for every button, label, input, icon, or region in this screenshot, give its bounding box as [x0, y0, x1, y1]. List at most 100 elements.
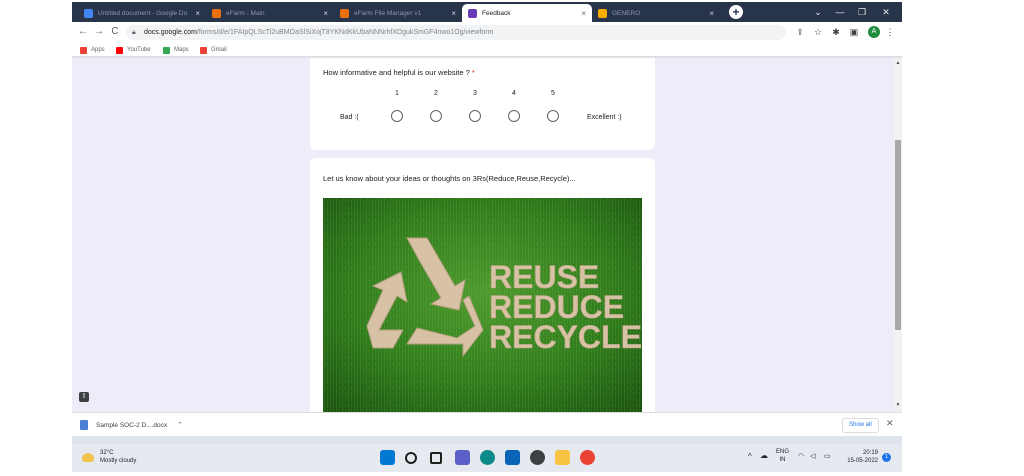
- close-icon[interactable]: ×: [581, 9, 586, 18]
- profile-avatar[interactable]: A: [868, 26, 880, 38]
- efarm-icon: [212, 8, 221, 18]
- taskbar-chrome-icon[interactable]: [580, 450, 595, 465]
- taskbar-media-icon[interactable]: [530, 450, 545, 465]
- reload-button[interactable]: C: [108, 25, 122, 39]
- google-docs-icon: [84, 8, 93, 18]
- address-bar[interactable]: 🔒︎ docs.google.com/forms/d/e/1FAIpQLScTi…: [126, 25, 786, 40]
- show-all-button[interactable]: Show all: [842, 418, 879, 433]
- bookmark-gmail[interactable]: Gmail: [200, 45, 227, 55]
- taskbar-mail-icon[interactable]: [505, 450, 520, 465]
- question-text: How informative and helpful is our websi…: [323, 68, 470, 77]
- google-forms-icon: [468, 8, 477, 18]
- weather-icon: [82, 452, 94, 462]
- scroll-up-icon[interactable]: ▲: [894, 60, 902, 66]
- rating-radio-1[interactable]: [391, 110, 403, 122]
- taskbar-file-explorer-icon[interactable]: [555, 450, 570, 465]
- question-title: How informative and helpful is our websi…: [323, 68, 475, 77]
- rating-radio-2[interactable]: [430, 110, 442, 122]
- efarm-icon: [340, 8, 349, 18]
- taskbar-start-icon[interactable]: [380, 450, 395, 465]
- tab-efarm-file-manager[interactable]: eFarm File Manager v1 ×: [334, 4, 462, 22]
- rating-radio-4[interactable]: [508, 110, 520, 122]
- volume-icon[interactable]: ◁: [810, 452, 815, 460]
- bookmark-maps[interactable]: Maps: [163, 45, 189, 55]
- scale-high-label: Excellent :): [587, 114, 622, 121]
- cloud-icon[interactable]: ☁: [760, 451, 768, 460]
- close-downloads-icon[interactable]: ✕: [886, 418, 894, 429]
- download-filename: Sample SOC-2 D....docx: [96, 421, 168, 429]
- tab-feedback[interactable]: Feedback ×: [462, 4, 592, 22]
- scale-number: 1: [395, 90, 399, 97]
- form-page: How informative and helpful is our websi…: [72, 58, 894, 412]
- rating-radio-3[interactable]: [469, 110, 481, 122]
- youtube-icon: [116, 46, 123, 54]
- gmail-icon: [200, 46, 207, 54]
- share-icon[interactable]: ⇪: [794, 26, 806, 38]
- word-doc-icon: [80, 420, 88, 430]
- tray-overflow-icon[interactable]: ^: [748, 452, 752, 461]
- chevron-up-icon[interactable]: ⌃: [177, 421, 183, 429]
- recycle-image: REUSE REDUCE RECYCLE: [323, 198, 642, 412]
- date: 15-05-2022: [847, 458, 878, 464]
- close-icon[interactable]: ×: [451, 9, 456, 18]
- weather-text: 32°C Mostly cloudy: [100, 449, 136, 465]
- minimize-button[interactable]: —: [829, 4, 851, 20]
- scale-number: 2: [434, 90, 438, 97]
- tab-efarm-main[interactable]: eFarm - Main ×: [206, 4, 334, 22]
- system-clock[interactable]: 20:19 15-05-2022: [842, 449, 878, 465]
- bookmark-apps[interactable]: Apps: [80, 45, 105, 55]
- taskbar-edge-icon[interactable]: [480, 450, 495, 465]
- scroll-down-icon[interactable]: ▼: [894, 402, 902, 408]
- scrollbar-thumb[interactable]: [895, 140, 901, 330]
- extensions-icon[interactable]: ✱: [830, 26, 842, 38]
- bookmark-label: Maps: [174, 47, 189, 53]
- back-button[interactable]: ←: [76, 25, 90, 39]
- close-window-button[interactable]: ✕: [875, 4, 897, 20]
- tab-google-doc[interactable]: Untitled document - Google Do ×: [78, 4, 206, 22]
- url-host: docs.google.com: [144, 29, 197, 36]
- image-text-recycle: RECYCLE: [489, 319, 642, 355]
- rating-radio-5[interactable]: [547, 110, 559, 122]
- close-icon[interactable]: ×: [323, 9, 328, 18]
- menu-icon[interactable]: ⋮: [884, 26, 896, 38]
- bookmark-label: Gmail: [211, 47, 227, 53]
- scale-number: 5: [551, 90, 555, 97]
- tab-label: eFarm File Manager v1: [354, 9, 422, 17]
- temperature: 32°C: [100, 450, 114, 456]
- maximize-button[interactable]: ❐: [851, 4, 873, 20]
- taskbar-search-icon[interactable]: [405, 452, 417, 464]
- tab-strip: Untitled document - Google Do × eFarm - …: [72, 2, 902, 22]
- tab-label: Feedback: [482, 9, 511, 17]
- language: ENG: [776, 449, 790, 455]
- tab-search-button[interactable]: ⌄: [807, 4, 829, 20]
- bookmark-label: Apps: [91, 47, 105, 53]
- tab-genero[interactable]: GENERO ×: [592, 4, 720, 22]
- weather-widget[interactable]: 32°C Mostly cloudy: [82, 449, 136, 465]
- taskbar-chat-icon[interactable]: [455, 450, 470, 465]
- lock-icon: 🔒︎: [132, 29, 136, 36]
- forward-button[interactable]: →: [92, 25, 106, 39]
- report-feedback-icon[interactable]: !: [79, 392, 89, 402]
- url-path: /forms/d/e/1FAIpQLScTi2uBMOaSlSiXojT8YKN…: [196, 29, 494, 36]
- download-item[interactable]: Sample SOC-2 D....docx ⌃: [80, 418, 183, 432]
- genero-icon: [598, 8, 607, 18]
- battery-icon[interactable]: ▭: [824, 452, 831, 460]
- weather-condition: Mostly cloudy: [100, 458, 137, 464]
- taskbar-task-view-icon[interactable]: [430, 452, 442, 464]
- wifi-icon[interactable]: ◠: [798, 452, 804, 460]
- page-scrollbar[interactable]: ▲ ▼: [894, 58, 902, 412]
- bookmark-youtube[interactable]: YouTube: [116, 45, 151, 55]
- close-icon[interactable]: ×: [709, 9, 714, 18]
- question-card-rating: How informative and helpful is our websi…: [310, 58, 655, 150]
- close-icon[interactable]: ×: [195, 9, 200, 18]
- bookmark-star-icon[interactable]: ☆: [812, 26, 824, 38]
- question-title: Let us know about your ideas or thoughts…: [323, 174, 576, 183]
- language-indicator[interactable]: ENG IN: [776, 448, 789, 464]
- windows-taskbar: 32°C Mostly cloudy ^ ☁ ENG IN ◠ ◁ ▭ 20:1…: [72, 444, 902, 472]
- side-panel-icon[interactable]: ▣: [848, 26, 860, 38]
- new-tab-button[interactable]: +: [729, 5, 743, 19]
- tab-label: eFarm - Main: [226, 9, 265, 17]
- maps-icon: [163, 46, 170, 54]
- bookmarks-bar: Apps YouTube Maps Gmail: [72, 43, 902, 57]
- notification-badge[interactable]: 1: [882, 453, 891, 462]
